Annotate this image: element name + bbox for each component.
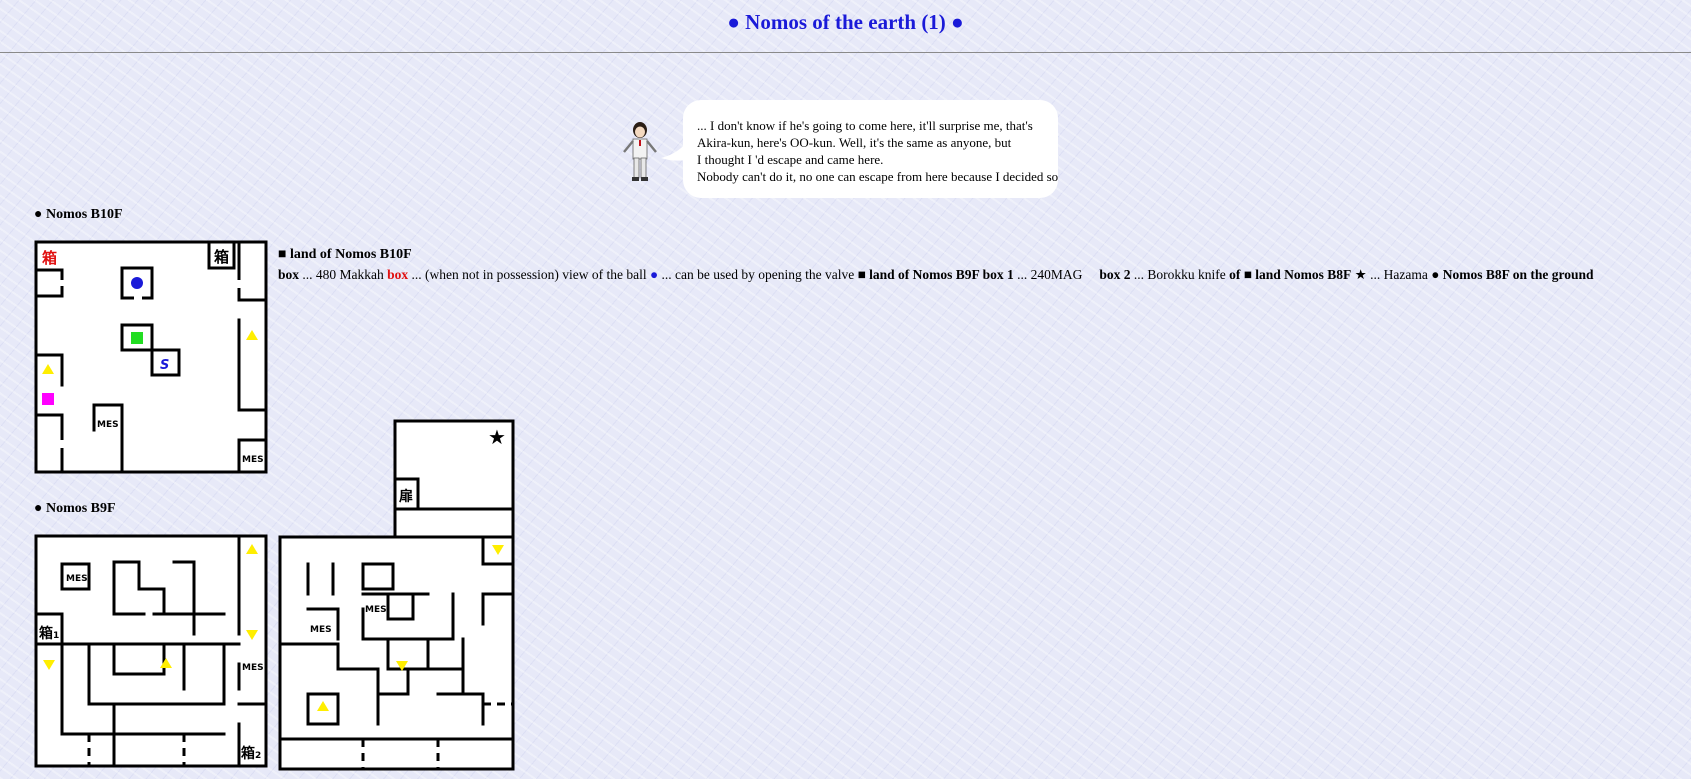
box-red-label: 箱 xyxy=(42,249,57,267)
dialog-line: I thought I 'd escape and came here. xyxy=(697,152,884,167)
mes-label: MES xyxy=(365,605,387,615)
page-title: ● Nomos of the earth (1) ● xyxy=(727,10,964,34)
title-divider xyxy=(0,52,1691,53)
legend-segment: ... 240MAG xyxy=(1013,267,1100,282)
box-1-glyph: 箱 xyxy=(39,625,53,642)
legend-segment: box xyxy=(278,267,300,282)
legend-segment: ... (when not in possession) view of the… xyxy=(408,267,650,282)
mes-label: MES xyxy=(66,574,88,584)
door-label: 扉 xyxy=(399,488,413,505)
character-avatar xyxy=(623,122,657,181)
mes-label: MES xyxy=(310,625,332,635)
box-1-sub: 1 xyxy=(53,631,59,641)
map-b9f: MES 箱1 MES 箱2 xyxy=(34,534,268,768)
dialog-line: ... I don't know if he's going to come h… xyxy=(697,118,1033,133)
legend-segment: ■ land of Nomos B9F box 1 xyxy=(857,267,1014,282)
blue-ball-icon xyxy=(131,277,143,289)
mes-label: MES xyxy=(242,455,264,465)
legend-segment: of ■ land Nomos B8F xyxy=(1229,267,1352,282)
legend-segment: box xyxy=(387,267,409,282)
legend-segment: ★ ... Hazama xyxy=(1351,267,1432,282)
legend-segment: ● Nomos B8F on the ground xyxy=(1431,267,1594,282)
green-square-icon xyxy=(131,332,143,344)
legend-text: box ... 480 Makkah box ... (when not in … xyxy=(278,267,1594,283)
legend-segment: box 2 xyxy=(1099,267,1131,282)
floor-heading-b9: ● Nomos B9F xyxy=(34,501,116,516)
box-label: 箱 xyxy=(214,248,229,266)
star-icon: ★ xyxy=(488,427,506,449)
legend-segment: ... 480 Makkah xyxy=(299,267,388,282)
legend-segment: ... can be used by opening the valve xyxy=(658,267,858,282)
speech-bubble: ... I don't know if he's going to come h… xyxy=(683,100,1058,198)
box-2-glyph: 箱 xyxy=(241,745,255,762)
legend-segment: ... Borokku knife xyxy=(1130,267,1230,282)
dialog-line: Nobody can't do it, no one can escape fr… xyxy=(697,169,1059,184)
map-b10f: 箱 箱 S MES MES xyxy=(34,240,268,474)
box-2-sub: 2 xyxy=(255,751,261,761)
magenta-square-icon xyxy=(42,393,54,405)
legend-segment: ● xyxy=(650,267,659,282)
map-b9f-tower: ★ 扉 MES MES xyxy=(278,419,515,771)
mes-label: MES xyxy=(242,663,264,673)
legend-title: ■ land of Nomos B10F xyxy=(278,247,412,262)
dialog-line: Akira-kun, here's OO-kun. Well, it's the… xyxy=(697,135,1012,150)
mes-label: MES xyxy=(97,420,119,430)
floor-heading-b10: ● Nomos B10F xyxy=(34,207,123,222)
start-label: S xyxy=(160,358,169,373)
